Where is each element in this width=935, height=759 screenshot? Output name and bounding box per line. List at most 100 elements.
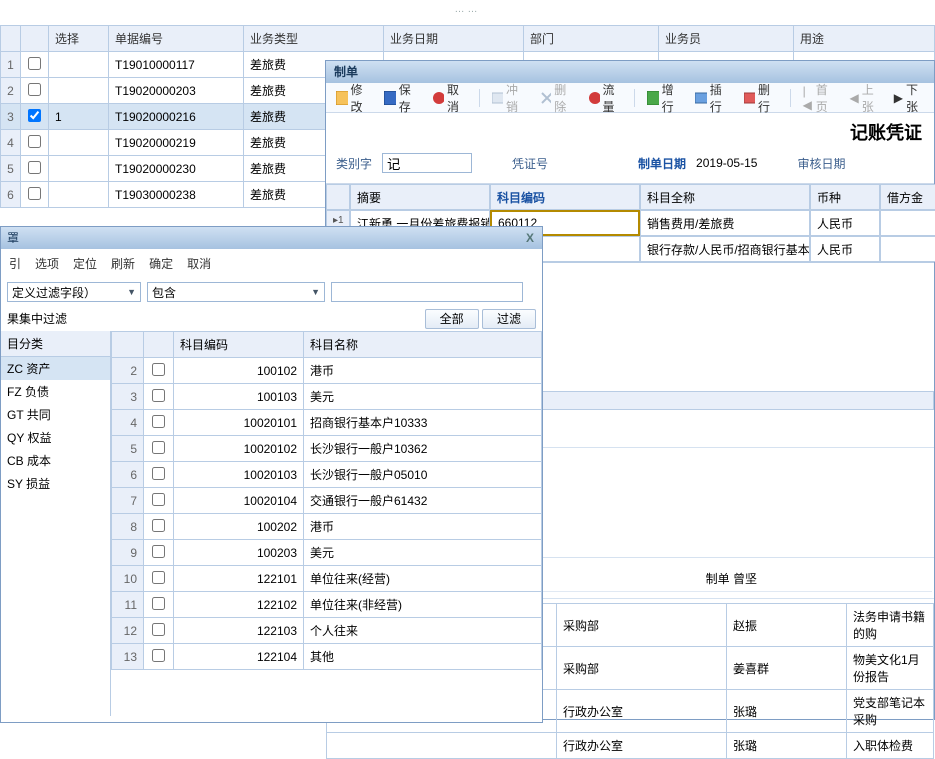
acct-name[interactable]: 港币 <box>304 514 542 540</box>
cat-input[interactable] <box>382 153 472 173</box>
row-checkbox[interactable] <box>21 156 49 182</box>
row-checkbox[interactable] <box>144 410 174 436</box>
next-button[interactable]: ▶下张 <box>890 79 928 117</box>
col-bizdate: 业务日期 <box>384 26 524 52</box>
cell-name: 销售费用/差旅费 <box>640 210 810 236</box>
tree-item[interactable]: ZC 资产 <box>1 357 110 380</box>
acct-name[interactable]: 美元 <box>304 384 542 410</box>
addrow-button[interactable]: 增行 <box>643 79 685 117</box>
delrow-button[interactable]: 删行 <box>740 79 782 117</box>
acct-name[interactable]: 长沙银行一般户05010 <box>304 462 542 488</box>
edit-button[interactable]: 修改 <box>332 79 374 117</box>
contain-combo[interactable]: 包含 ▼ <box>147 282 325 302</box>
acct-code[interactable]: 122101 <box>174 566 304 592</box>
tree-item[interactable]: FZ 负债 <box>1 380 110 403</box>
menu-refresh[interactable]: 刷新 <box>111 255 135 272</box>
col-summary: 摘要 <box>350 184 490 210</box>
filter-field-combo[interactable]: 定义过滤字段） ▼ <box>7 282 141 302</box>
made-value: 2019-05-15 <box>696 156 757 170</box>
acct-code[interactable]: 100203 <box>174 540 304 566</box>
acct-name[interactable]: 其他 <box>304 644 542 670</box>
row-checkbox[interactable] <box>144 618 174 644</box>
acct-code[interactable]: 10020103 <box>174 462 304 488</box>
flow-icon <box>588 91 600 105</box>
menu-ref-item[interactable]: 引 <box>9 255 21 272</box>
row-checkbox[interactable] <box>144 436 174 462</box>
acct-code[interactable]: 122104 <box>174 644 304 670</box>
first-button[interactable]: |◀首页 <box>799 79 840 117</box>
acct-name[interactable]: 港币 <box>304 358 542 384</box>
acct-code[interactable]: 122103 <box>174 618 304 644</box>
row-checkbox[interactable] <box>21 130 49 156</box>
menu-ok[interactable]: 确定 <box>149 255 173 272</box>
row-number: 10 <box>112 566 144 592</box>
row-checkbox[interactable] <box>21 104 49 130</box>
col-checkbox <box>21 26 49 52</box>
delete-button[interactable]: 删除 <box>536 79 578 117</box>
row-checkbox[interactable] <box>21 52 49 78</box>
lower-note: 物美文化1月份报告 <box>847 647 934 690</box>
row-number: 12 <box>112 618 144 644</box>
acct-name[interactable]: 交通银行一般户61432 <box>304 488 542 514</box>
row-checkbox[interactable] <box>144 566 174 592</box>
menu-cancel[interactable]: 取消 <box>187 255 211 272</box>
close-button[interactable]: X <box>518 227 542 249</box>
row-docno: T19020000203 <box>109 78 244 104</box>
writeoff-button[interactable]: 冲销 <box>488 79 530 117</box>
tree-item[interactable]: CB 成本 <box>1 449 110 472</box>
row-checkbox[interactable] <box>144 384 174 410</box>
acct-code[interactable]: 100202 <box>174 514 304 540</box>
prev-button[interactable]: ◀上张 <box>845 79 883 117</box>
row-docno: T19010000117 <box>109 52 244 78</box>
acct-code[interactable]: 100103 <box>174 384 304 410</box>
lower-blank <box>327 733 557 759</box>
acct-name[interactable]: 单位往来(非经营) <box>304 592 542 618</box>
row-checkbox[interactable] <box>144 358 174 384</box>
cat-label: 类别字 <box>336 155 372 172</box>
chevron-down-icon: ▼ <box>127 287 136 297</box>
cell-cur: 人民币 <box>810 236 880 262</box>
row-opt <box>49 182 109 208</box>
menu-options[interactable]: 选项 <box>35 255 59 272</box>
row-checkbox[interactable] <box>144 514 174 540</box>
lookup-window: 罩 X 引 选项 定位 刷新 确定 取消 定义过滤字段） ▼ 包含 ▼ 果集中过… <box>0 226 543 723</box>
flow-button[interactable]: 流量 <box>584 79 626 117</box>
maker-label: 制单 <box>706 572 730 586</box>
tree-item[interactable]: GT 共同 <box>1 403 110 426</box>
insrow-button[interactable]: 插行 <box>691 79 733 117</box>
acct-name[interactable]: 美元 <box>304 540 542 566</box>
row-checkbox[interactable] <box>144 462 174 488</box>
vno-label: 凭证号 <box>512 155 548 172</box>
row-checkbox[interactable] <box>144 592 174 618</box>
row-checkbox[interactable] <box>144 540 174 566</box>
row-checkbox[interactable] <box>21 182 49 208</box>
acct-code[interactable]: 122102 <box>174 592 304 618</box>
acct-name[interactable]: 个人往来 <box>304 618 542 644</box>
all-button[interactable]: 全部 <box>425 309 479 329</box>
row-number: 6 <box>112 462 144 488</box>
cancel-button[interactable]: 取消 <box>428 79 470 117</box>
acct-name[interactable]: 招商银行基本户10333 <box>304 410 542 436</box>
row-opt <box>49 130 109 156</box>
category-tree: 目分类 ZC 资产FZ 负债GT 共同QY 权益CB 成本SY 损益 <box>1 331 111 716</box>
save-button[interactable]: 保存 <box>380 79 422 117</box>
filter-value-input[interactable] <box>331 282 523 302</box>
row-checkbox[interactable] <box>21 78 49 104</box>
tree-item[interactable]: SY 损益 <box>1 472 110 495</box>
acct-name[interactable]: 单位往来(经营) <box>304 566 542 592</box>
acct-code[interactable]: 10020104 <box>174 488 304 514</box>
row-checkbox[interactable] <box>144 488 174 514</box>
delete-icon <box>540 91 552 105</box>
acct-code[interactable]: 100102 <box>174 358 304 384</box>
acct-name[interactable]: 长沙银行一般户10362 <box>304 436 542 462</box>
drag-handle[interactable]: …… <box>455 4 481 15</box>
cell-debit[interactable] <box>880 236 935 262</box>
tree-item[interactable]: QY 权益 <box>1 426 110 449</box>
menu-locate[interactable]: 定位 <box>73 255 97 272</box>
acct-code[interactable]: 10020101 <box>174 410 304 436</box>
cell-debit[interactable] <box>880 210 935 236</box>
row-checkbox[interactable] <box>144 644 174 670</box>
acct-code[interactable]: 10020102 <box>174 436 304 462</box>
sub-label: 果集中过滤 <box>7 310 67 327</box>
filter-button[interactable]: 过滤 <box>482 309 536 329</box>
